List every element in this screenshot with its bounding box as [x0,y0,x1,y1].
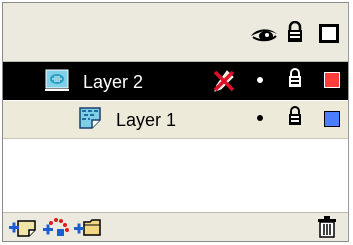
layer-row-layer-2[interactable]: Layer 2 [3,62,348,100]
guided-layer-icon [78,107,102,134]
empty-layer-area [3,140,348,214]
delete-layer-icon[interactable] [317,216,337,243]
timeline-layer-panel: Layer 2 Layer 1 [2,2,349,242]
eye-icon[interactable] [250,27,278,48]
outline-color-swatch[interactable] [324,72,340,88]
lock-toggle-icon[interactable] [288,68,302,93]
layer-name[interactable]: Layer 1 [116,109,176,131]
layer-name[interactable]: Layer 2 [83,71,143,93]
pencil-no-edit-icon [213,69,235,98]
add-layer-icon[interactable] [9,217,37,242]
layer-panel-header [3,3,348,62]
layer-panel-footer [3,212,348,241]
outline-color-swatch[interactable] [324,111,340,127]
layer-row-layer-1[interactable]: Layer 1 [3,101,348,139]
outline-square-icon[interactable] [319,24,339,48]
visibility-dot[interactable] [257,115,263,121]
lock-toggle-icon[interactable] [288,106,302,131]
add-motion-guide-icon[interactable] [43,217,69,242]
visibility-dot[interactable] [257,77,263,83]
add-folder-icon[interactable] [74,217,104,242]
guide-layer-icon [45,69,69,96]
lock-icon[interactable] [287,20,303,48]
